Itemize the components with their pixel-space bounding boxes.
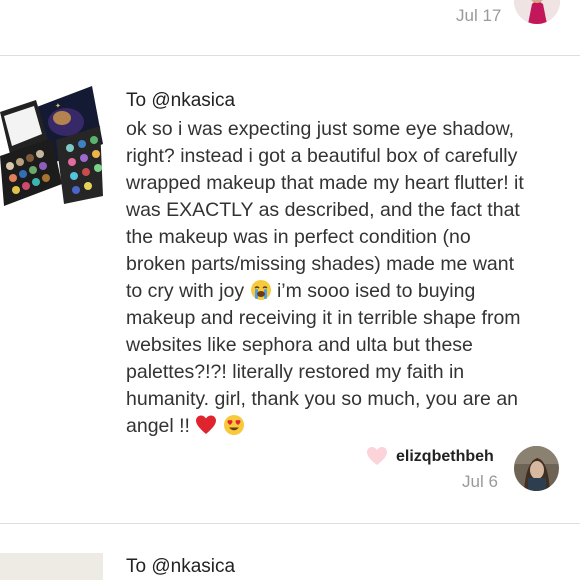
commenter-avatar[interactable] xyxy=(514,446,559,491)
prev-commenter-avatar[interactable] xyxy=(514,0,560,24)
comment-line: right? instead i got a beautiful box of … xyxy=(126,145,518,167)
comment-line: wrapped makeup that made my heart flutte… xyxy=(126,172,524,194)
comment-body: ok so i was expecting just some eye shad… xyxy=(126,116,556,440)
red-heart-icon xyxy=(196,415,217,434)
product-thumbnail[interactable]: ✦ xyxy=(0,86,103,206)
comment-divider-top xyxy=(0,55,580,56)
comment-recipient-title: To @nkasica xyxy=(126,90,236,111)
heart-icon[interactable] xyxy=(366,446,388,466)
next-product-thumbnail[interactable] xyxy=(0,553,103,580)
comment-line: websites like sephora and ulta but these xyxy=(126,334,473,356)
svg-text:✦: ✦ xyxy=(55,102,61,110)
next-comment-recipient-title: To @nkasica xyxy=(126,556,236,577)
comment-line: i’m sooo ised to buying xyxy=(276,280,476,302)
comment-line: ok so i was expecting just some eye shad… xyxy=(126,118,515,140)
comment-line: was EXACTLY as described, and the fact t… xyxy=(126,199,520,221)
comment-divider-bottom xyxy=(0,523,580,524)
comment-line: makeup and receiving it in terrible shap… xyxy=(126,307,521,329)
comment-line: broken parts/missing shades) made me wan… xyxy=(126,253,515,275)
comment-line: palettes?!?! literally restored my faith… xyxy=(126,361,465,383)
comment-line: angel !! xyxy=(126,415,190,437)
comment-line: to cry with joy xyxy=(126,280,245,302)
heart-eyes-face-icon xyxy=(223,415,244,435)
comment-date: Jul 6 xyxy=(462,472,498,491)
prev-comment-date: Jul 17 xyxy=(456,6,502,25)
crying-face-icon xyxy=(250,280,271,300)
commenter-username[interactable]: elizqbethbeh xyxy=(396,448,494,466)
comment-line: the makeup was in perfect condition (no xyxy=(126,226,471,248)
comment-line: humanity. girl, thank you so much, you a… xyxy=(126,388,519,410)
